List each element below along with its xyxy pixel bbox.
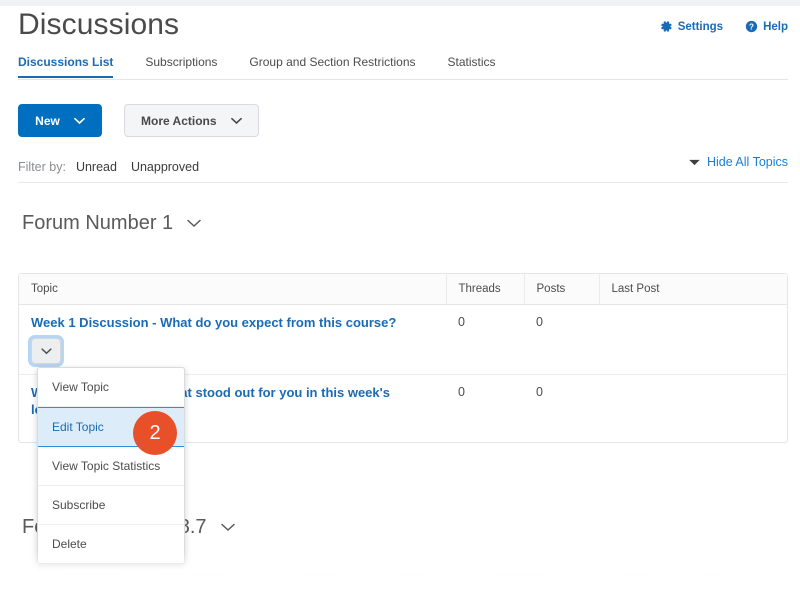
forum-name: Forum Number 1	[22, 212, 173, 235]
filter-divider	[18, 182, 788, 183]
content-below-placeholder	[60, 573, 760, 583]
question-circle-icon: ?	[745, 20, 758, 33]
action-button-bar: New More Actions	[18, 104, 259, 137]
topic-context-menu: View Topic Edit Topic View Topic Statist…	[37, 367, 185, 564]
forum-heading-1[interactable]: Forum Number 1	[22, 212, 201, 235]
filter-option-unapproved[interactable]: Unapproved	[131, 160, 199, 174]
last-post-cell	[599, 375, 787, 442]
menu-item-subscribe[interactable]: Subscribe	[38, 486, 184, 525]
topic-cell: Week 1 Discussion - What do you expect f…	[19, 305, 446, 375]
settings-label: Settings	[678, 21, 723, 33]
chevron-down-icon	[231, 114, 242, 128]
help-link[interactable]: ? Help	[745, 20, 788, 33]
posts-count: 0	[524, 375, 599, 442]
table-row: Week 1 Discussion - What do you expect f…	[19, 305, 787, 375]
discussions-page: Discussions Settings ? Help	[0, 0, 800, 595]
new-button-label: New	[35, 114, 60, 128]
chevron-down-icon	[74, 114, 85, 128]
svg-text:?: ?	[749, 22, 754, 31]
triangle-down-icon	[689, 155, 700, 169]
step-badge: 2	[133, 411, 177, 455]
tab-subscriptions[interactable]: Subscriptions	[129, 55, 233, 78]
last-post-cell	[599, 305, 787, 375]
posts-count: 0	[524, 305, 599, 375]
more-actions-button[interactable]: More Actions	[124, 104, 259, 137]
threads-count: 0	[446, 305, 524, 375]
gear-icon	[660, 20, 673, 33]
column-header-last-post: Last Post	[599, 274, 787, 305]
tab-bar: Discussions List Subscriptions Group and…	[0, 55, 800, 79]
table-header-row: Topic Threads Posts Last Post	[19, 274, 787, 305]
tab-statistics[interactable]: Statistics	[432, 55, 512, 78]
chevron-down-icon	[187, 215, 201, 233]
column-header-posts: Posts	[524, 274, 599, 305]
menu-item-view-topic[interactable]: View Topic	[38, 368, 184, 407]
tab-discussions-list[interactable]: Discussions List	[18, 55, 129, 78]
filter-row: Filter by: Unread Unapproved Hide All To…	[18, 155, 788, 179]
hide-all-topics-label: Hide All Topics	[707, 155, 788, 169]
filter-label: Filter by:	[18, 160, 66, 174]
threads-count: 0	[446, 375, 524, 442]
page-header: Discussions Settings ? Help	[0, 6, 800, 50]
settings-link[interactable]: Settings	[660, 20, 723, 33]
help-label: Help	[763, 21, 788, 33]
column-header-threads: Threads	[446, 274, 524, 305]
column-header-topic: Topic	[19, 274, 446, 305]
menu-item-delete[interactable]: Delete	[38, 525, 184, 563]
tabs-divider	[18, 79, 788, 80]
topic-actions-toggle[interactable]	[31, 338, 61, 364]
new-button[interactable]: New	[18, 104, 102, 137]
filter-option-unread[interactable]: Unread	[76, 160, 117, 174]
header-actions: Settings ? Help	[660, 20, 788, 33]
chevron-down-icon	[41, 344, 52, 358]
more-actions-label: More Actions	[141, 114, 217, 128]
page-title: Discussions	[18, 8, 179, 42]
topic-link[interactable]: Week 1 Discussion - What do you expect f…	[31, 315, 434, 331]
tab-group-and-section-restrictions[interactable]: Group and Section Restrictions	[233, 55, 431, 78]
hide-all-topics-button[interactable]: Hide All Topics	[689, 155, 788, 169]
chevron-down-icon	[221, 519, 235, 537]
